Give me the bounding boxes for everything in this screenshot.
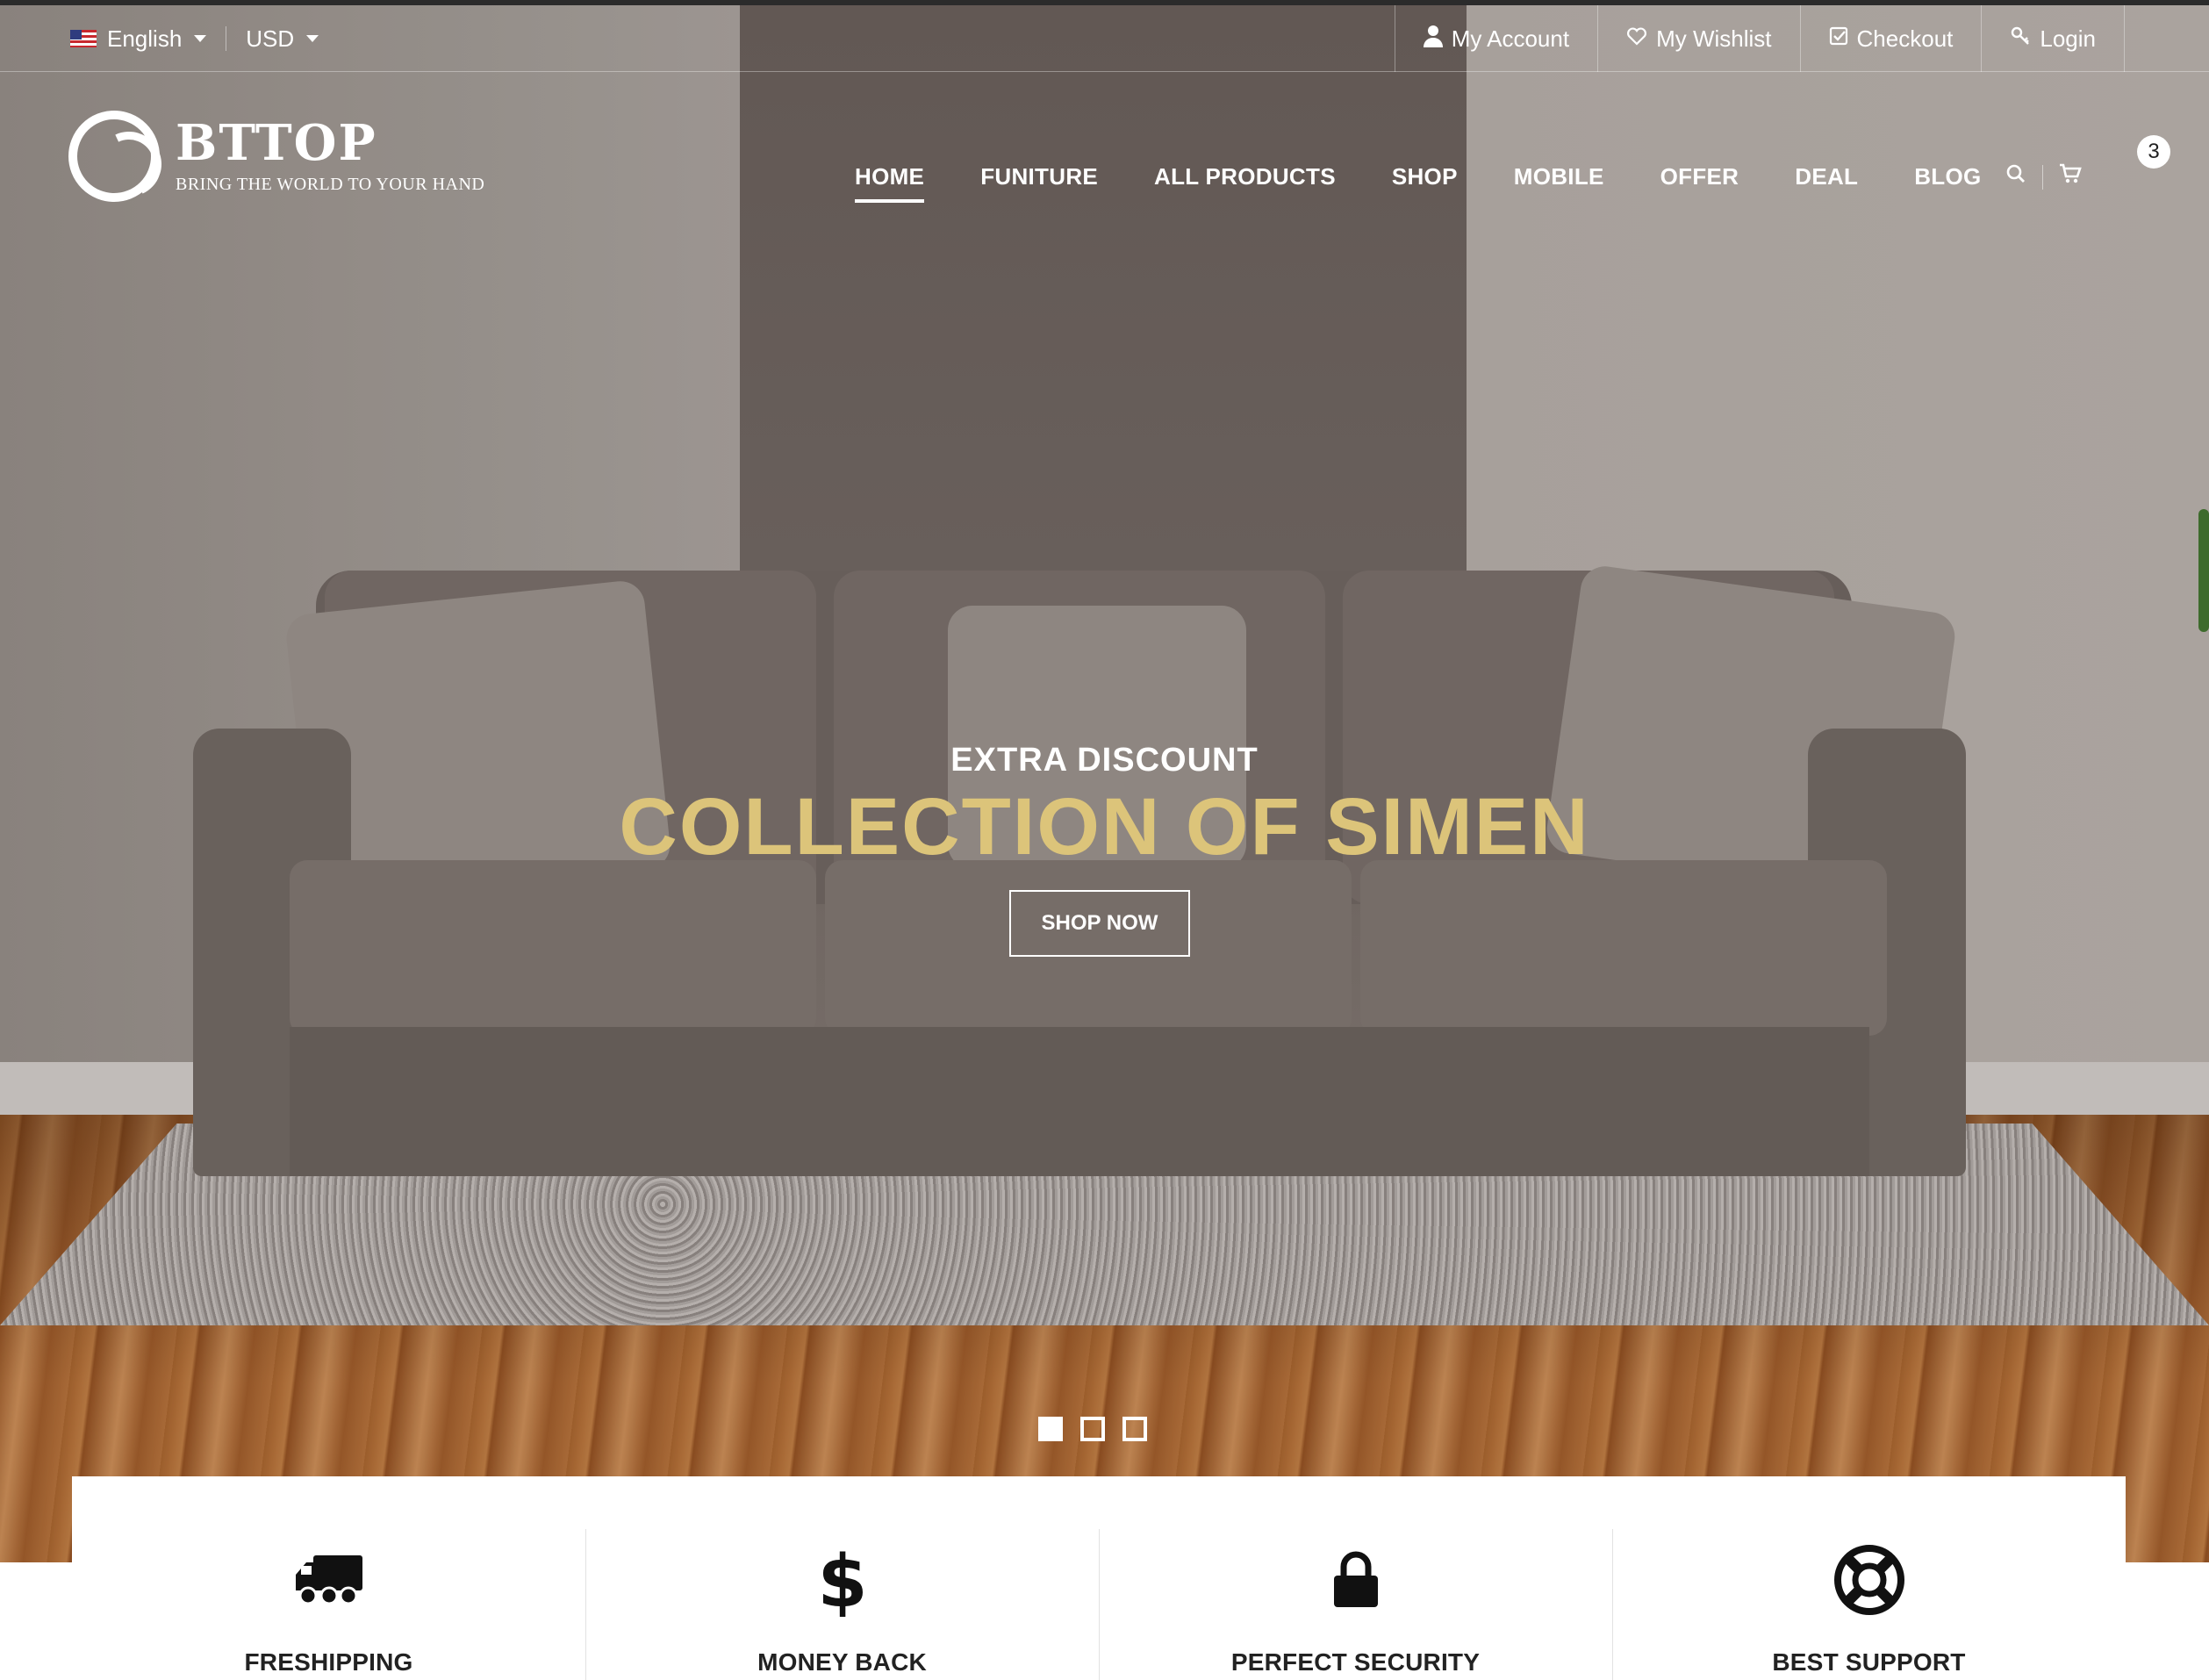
main-nav: HOME FUNITURE ALL PRODUCTS SHOP MOBILE O… bbox=[855, 163, 2038, 203]
checkout-link[interactable]: Checkout bbox=[1799, 5, 1982, 72]
nav-funiture[interactable]: FUNITURE bbox=[980, 163, 1098, 203]
my-account-link[interactable]: My Account bbox=[1394, 5, 1597, 72]
top-bar: English USD My Account My Wishlist Check… bbox=[0, 0, 2209, 72]
check-square-icon bbox=[1829, 26, 1848, 52]
svg-text:$: $ bbox=[822, 1543, 863, 1617]
feature-perfect-security: PERFECT SECURITY bbox=[1099, 1476, 1612, 1680]
feature-title: FRESHIPPING bbox=[244, 1648, 413, 1676]
user-icon bbox=[1423, 25, 1443, 54]
lifebuoy-icon bbox=[1833, 1545, 1905, 1615]
nav-mobile[interactable]: MOBILE bbox=[1514, 163, 1604, 203]
language-label: English bbox=[107, 25, 183, 52]
heart-icon bbox=[1626, 26, 1647, 52]
nav-offer[interactable]: OFFER bbox=[1660, 163, 1739, 203]
slide-dot-1[interactable] bbox=[1038, 1417, 1063, 1441]
slide-dot-3[interactable] bbox=[1122, 1417, 1147, 1441]
hero-kicker: EXTRA DISCOUNT bbox=[950, 742, 1259, 779]
feature-free-shipping: FRESHIPPING bbox=[72, 1476, 585, 1680]
feature-title: MONEY BACK bbox=[757, 1648, 927, 1676]
cart-count-badge: 3 bbox=[2137, 135, 2170, 169]
nav-blog[interactable]: BLOG bbox=[1914, 163, 1981, 203]
logo-name: BTTOP bbox=[176, 113, 377, 172]
feature-title: PERFECT SECURITY bbox=[1230, 1648, 1481, 1676]
dollar-icon: $ bbox=[822, 1543, 863, 1617]
shop-now-button[interactable]: SHOP NOW bbox=[1009, 890, 1190, 957]
key-icon bbox=[2010, 25, 2031, 53]
logo-tagline: BRING THE WORLD TO YOUR HAND bbox=[176, 174, 485, 194]
site-logo[interactable]: BTTOP BRING THE WORLD TO YOUR HAND bbox=[68, 111, 484, 202]
nav-deal[interactable]: DEAL bbox=[1795, 163, 1858, 203]
feature-money-back: $ MONEY BACK bbox=[585, 1476, 1099, 1680]
plant-edge bbox=[2198, 509, 2209, 632]
logo-swirl-icon bbox=[68, 111, 160, 202]
nav-shop[interactable]: SHOP bbox=[1392, 163, 1458, 203]
header-icons: 3 bbox=[2005, 135, 2170, 190]
slider-pagination bbox=[1038, 1417, 1165, 1441]
my-wishlist-link[interactable]: My Wishlist bbox=[1597, 5, 1799, 72]
search-icon[interactable] bbox=[2005, 163, 2026, 190]
nav-all-products[interactable]: ALL PRODUCTS bbox=[1154, 163, 1336, 203]
cart-icon bbox=[2059, 163, 2082, 190]
us-flag-icon bbox=[70, 30, 97, 47]
feature-best-support: BEST SUPPORT bbox=[1612, 1476, 2126, 1680]
cart-button[interactable]: 3 bbox=[2059, 135, 2170, 190]
language-selector[interactable]: English bbox=[70, 25, 207, 53]
features-strip: FRESHIPPING $ MONEY BACK PERFECT SECURIT… bbox=[72, 1476, 2126, 1680]
currency-label: USD bbox=[246, 25, 295, 52]
feature-title: BEST SUPPORT bbox=[1772, 1648, 1966, 1676]
caret-down-icon bbox=[306, 35, 319, 42]
slide-dot-2[interactable] bbox=[1080, 1417, 1105, 1441]
caret-down-icon bbox=[194, 35, 207, 42]
currency-selector[interactable]: USD bbox=[246, 25, 319, 53]
nav-home[interactable]: HOME bbox=[855, 163, 925, 203]
hero-headline: COLLECTION OF SIMEN bbox=[619, 782, 1590, 872]
lock-icon bbox=[1332, 1545, 1380, 1615]
truck-icon bbox=[294, 1545, 364, 1615]
login-link[interactable]: Login bbox=[1981, 5, 2125, 72]
